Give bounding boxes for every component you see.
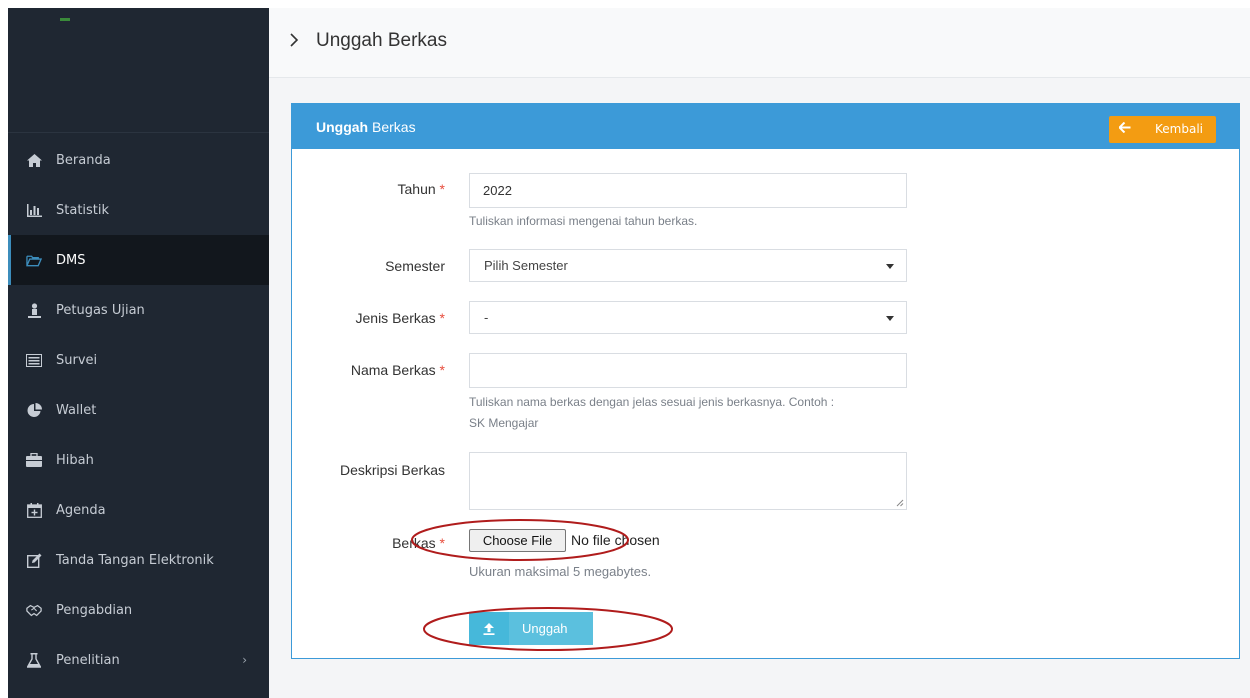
nama-berkas-label-text: Nama Berkas: [350, 362, 436, 378]
file-status: No file chosen: [571, 532, 660, 548]
home-icon: [26, 152, 42, 168]
jenis-berkas-label: Jenis Berkas *: [255, 310, 446, 326]
app-window: Beranda Statistik DMS Petugas Ujian Surv: [0, 0, 1250, 698]
page-title: Unggah Berkas: [316, 30, 447, 51]
semester-select[interactable]: Pilih Semester: [469, 249, 907, 282]
nama-berkas-input[interactable]: [469, 353, 907, 388]
sidebar-item-statistik[interactable]: Statistik: [8, 185, 269, 235]
calendar-plus-icon: [26, 502, 42, 518]
sidebar-item-label: Tanda Tangan Elektronik: [56, 552, 214, 568]
jenis-berkas-select[interactable]: -: [469, 301, 907, 334]
tahun-label-text: Tahun: [397, 181, 436, 197]
nama-berkas-help: Tuliskan nama berkas dengan jelas sesuai…: [469, 392, 834, 434]
upload-button-label: Unggah: [522, 621, 568, 636]
panel-title-bold: Unggah: [316, 119, 369, 135]
sidebar: Beranda Statistik DMS Petugas Ujian Surv: [8, 8, 269, 698]
nama-berkas-help-line2: SK Mengajar: [469, 416, 539, 430]
pie-chart-icon: [26, 402, 42, 418]
jenis-berkas-selected: -: [484, 310, 489, 325]
sidebar-item-survei[interactable]: Survei: [8, 335, 269, 385]
back-button-label: Kembali: [1155, 122, 1203, 136]
tahun-input[interactable]: 2022: [469, 173, 907, 208]
caret-down-icon: [886, 316, 894, 321]
sidebar-item-label: Survei: [56, 352, 98, 368]
jenis-berkas-label-text: Jenis Berkas: [355, 310, 436, 326]
tahun-value: 2022: [483, 183, 512, 198]
berkas-label: Berkas *: [255, 535, 445, 551]
required-mark: *: [439, 362, 445, 378]
chevron-right-icon: [289, 32, 299, 52]
semester-label: Semester: [255, 258, 445, 274]
chevron-right-icon: ›: [242, 653, 247, 667]
required-mark: *: [439, 181, 445, 197]
semester-selected: Pilih Semester: [484, 258, 568, 273]
flask-icon: [26, 652, 42, 668]
sidebar-logo[interactable]: [8, 8, 269, 133]
resize-grip-icon[interactable]: [896, 499, 904, 507]
panel-header: Unggah Berkas Kembali: [292, 104, 1239, 149]
deskripsi-berkas-label: Deskripsi Berkas: [255, 462, 445, 478]
sidebar-item-dms[interactable]: DMS: [8, 235, 269, 285]
list-icon: [26, 352, 42, 368]
berkas-label-text: Berkas: [392, 535, 436, 551]
panel-title-rest: Berkas: [372, 119, 416, 135]
deskripsi-berkas-label-text: Deskripsi Berkas: [339, 462, 445, 478]
sidebar-item-label: Wallet: [56, 402, 97, 418]
deskripsi-berkas-textarea[interactable]: [469, 452, 907, 510]
sidebar-item-label: Statistik: [56, 202, 110, 218]
sidebar-item-label: Penelitian: [56, 652, 120, 668]
upload-icon: [469, 612, 509, 645]
choose-file-button[interactable]: Choose File: [469, 529, 566, 552]
tahun-label: Tahun *: [255, 181, 446, 197]
sidebar-item-label: Pengabdian: [56, 602, 133, 618]
briefcase-icon: [26, 452, 42, 468]
sidebar-item-label: Petugas Ujian: [56, 302, 145, 318]
berkas-help: Ukuran maksimal 5 megabytes.: [469, 564, 652, 579]
required-mark: *: [439, 535, 445, 551]
edit-icon: [26, 552, 42, 568]
handshake-icon: [26, 602, 42, 618]
sidebar-item-label: Beranda: [56, 152, 111, 168]
tahun-help: Tuliskan informasi mengenai tahun berkas…: [469, 214, 698, 228]
folder-open-icon: [26, 252, 42, 268]
page-header: Unggah Berkas: [269, 8, 1250, 78]
bar-chart-icon: [26, 202, 42, 218]
caret-down-icon: [886, 264, 894, 269]
sidebar-item-label: Hibah: [56, 452, 94, 468]
sidebar-item-hibah[interactable]: Hibah: [8, 435, 269, 485]
semester-label-text: Semester: [385, 258, 445, 274]
sidebar-item-agenda[interactable]: Agenda: [8, 485, 269, 535]
sidebar-item-pengabdian[interactable]: Pengabdian: [8, 585, 269, 635]
nama-berkas-label: Nama Berkas *: [255, 362, 445, 378]
arrow-left-icon: [1118, 121, 1131, 136]
sidebar-item-tanda-tangan-elektronik[interactable]: Tanda Tangan Elektronik: [8, 535, 269, 585]
sidebar-item-wallet[interactable]: Wallet: [8, 385, 269, 435]
back-button[interactable]: Kembali: [1109, 116, 1216, 143]
upload-button[interactable]: Unggah: [469, 612, 593, 645]
panel-title: Unggah Berkas: [316, 119, 416, 135]
sidebar-item-petugas-ujian[interactable]: Petugas Ujian: [8, 285, 269, 335]
sidebar-item-beranda[interactable]: Beranda: [8, 135, 269, 185]
sidebar-item-label: DMS: [56, 252, 86, 268]
nama-berkas-help-line1: Tuliskan nama berkas dengan jelas sesuai…: [469, 395, 835, 409]
person-icon: [26, 302, 42, 318]
sidebar-item-label: Agenda: [56, 502, 106, 518]
required-mark: *: [439, 310, 445, 326]
sidebar-item-penelitian[interactable]: Penelitian ›: [8, 635, 269, 685]
